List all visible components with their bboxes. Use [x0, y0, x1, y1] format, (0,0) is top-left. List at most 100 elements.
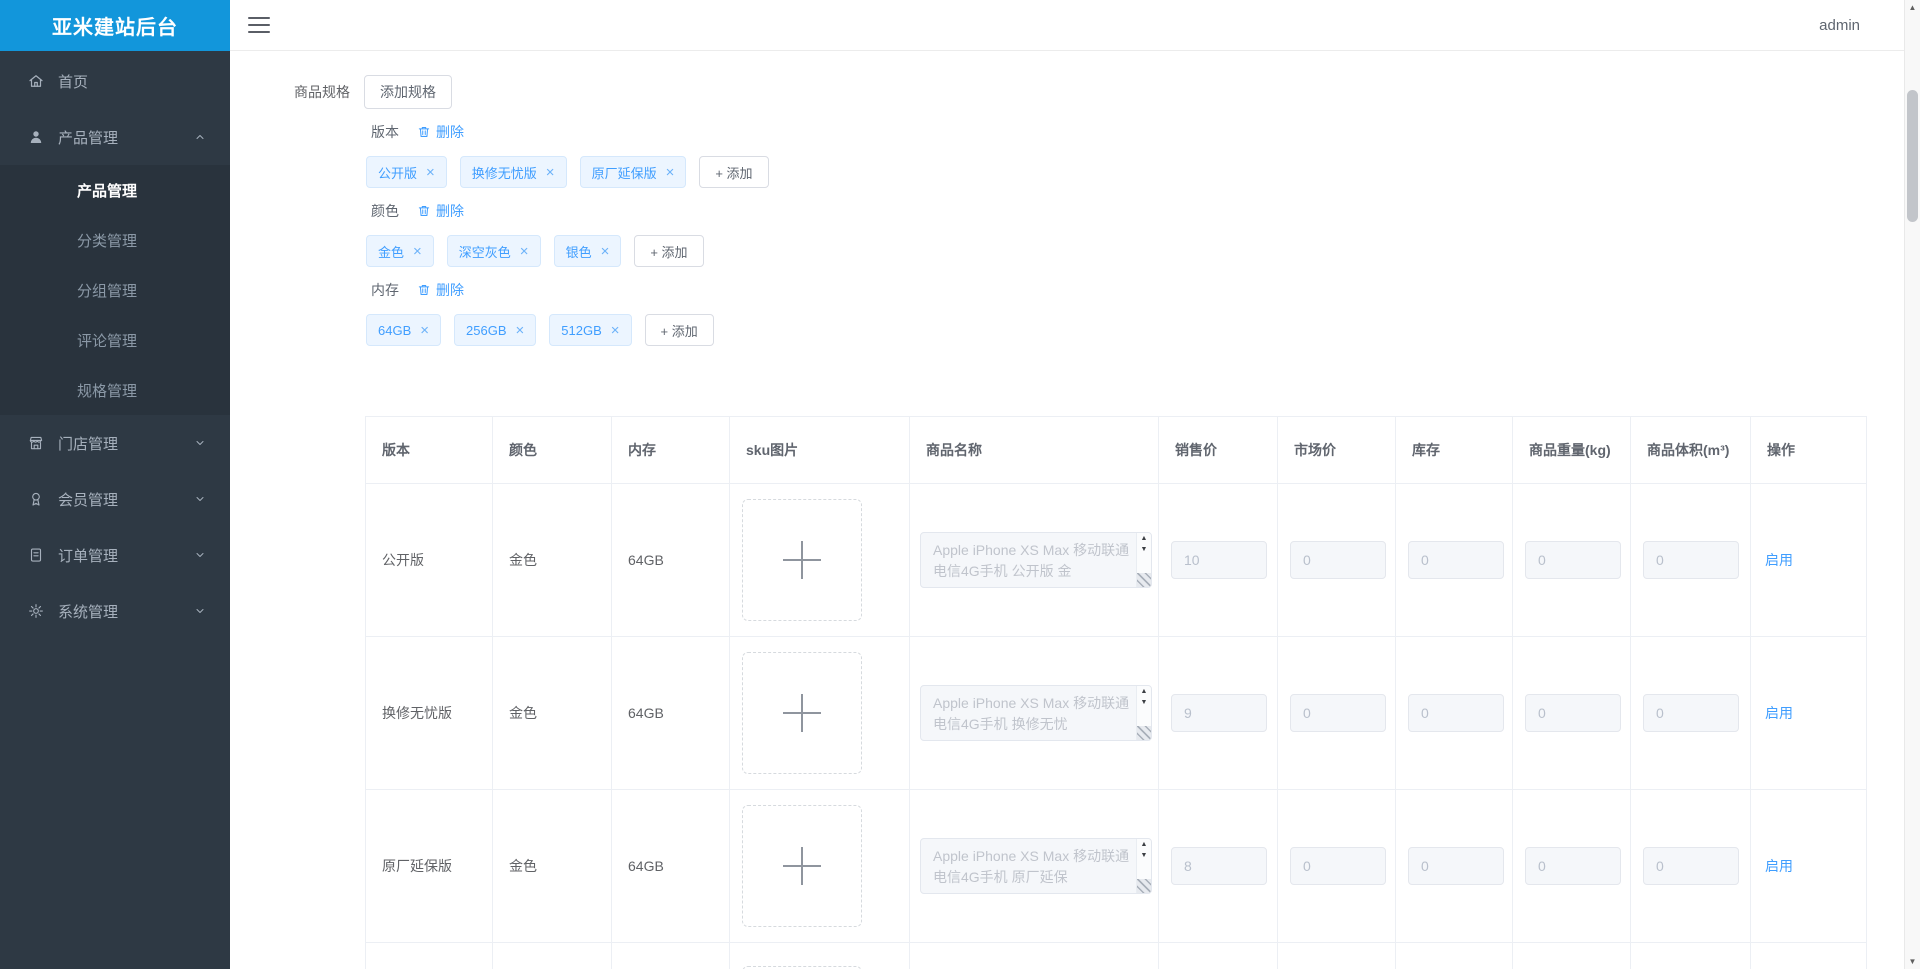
brand-logo: 亚米建站后台: [0, 0, 230, 51]
page-scrollbar[interactable]: ▲ ▼: [1904, 0, 1920, 969]
product-name-input[interactable]: Apple iPhone XS Max 移动联通电信4G手机 公开版 金 ▲ ▼: [920, 532, 1152, 588]
hamburger-icon[interactable]: [248, 17, 270, 33]
stock-input[interactable]: [1408, 541, 1504, 579]
market-price-cell: [1277, 789, 1396, 943]
sku-upload-box[interactable]: [742, 499, 862, 621]
scrollbar-thumb[interactable]: [1907, 90, 1918, 222]
tag-close-icon[interactable]: ×: [420, 323, 429, 338]
product-name-placeholder: Apple iPhone XS Max 移动联通电信4G手机 换修无忧: [933, 695, 1130, 732]
scroll-down-icon[interactable]: ▼: [1137, 850, 1151, 861]
sku-upload-box[interactable]: [742, 965, 862, 969]
sku-upload-box[interactable]: [742, 805, 862, 927]
textarea-scrollbar[interactable]: ▲ ▼: [1136, 686, 1151, 740]
weight-cell: [1512, 789, 1631, 943]
user-menu[interactable]: admin: [1819, 17, 1860, 34]
add-tag-button[interactable]: + 添加: [644, 314, 714, 346]
sidebar-item-home[interactable]: 首页: [0, 53, 230, 109]
sidebar-item-category-management[interactable]: 分类管理: [0, 215, 230, 265]
chevron-down-icon: [194, 437, 206, 449]
sidebar-item-member-management[interactable]: 会员管理: [0, 471, 230, 527]
resize-grip-icon[interactable]: [1137, 879, 1151, 893]
market-price-input[interactable]: [1290, 847, 1386, 885]
scroll-up-icon[interactable]: ▲: [1137, 533, 1151, 544]
weight-input[interactable]: [1525, 541, 1621, 579]
sku-image-cell: [729, 636, 910, 790]
scroll-down-icon[interactable]: ▼: [1137, 697, 1151, 708]
weight-input[interactable]: [1525, 694, 1621, 732]
table-header-cell: 市场价: [1277, 416, 1396, 484]
sidebar-item-system-management[interactable]: 系统管理: [0, 583, 230, 639]
table-header-cell: 商品重量(kg): [1512, 416, 1631, 484]
sidebar-item-label: 产品管理: [58, 129, 119, 147]
enable-link[interactable]: 启用: [1765, 858, 1793, 874]
sidebar-menu: 首页 产品管理 产品管理 分类管理 分组管理 评论管理 规格管理 门店管理 会员管理 订单管理 系统…: [0, 51, 230, 639]
delete-spec-button[interactable]: 删除: [417, 280, 464, 300]
market-price-cell: [1277, 636, 1396, 790]
tag-close-icon[interactable]: ×: [546, 165, 555, 180]
plus-icon: [783, 541, 821, 579]
sidebar-item-group-management[interactable]: 分组管理: [0, 265, 230, 315]
resize-grip-icon[interactable]: [1137, 726, 1151, 740]
sidebar-item-order-management[interactable]: 订单管理: [0, 527, 230, 583]
price-input[interactable]: [1171, 541, 1267, 579]
scroll-up-icon[interactable]: ▲: [1137, 686, 1151, 697]
volume-input[interactable]: [1643, 541, 1739, 579]
tag-close-icon[interactable]: ×: [666, 165, 675, 180]
tag-close-icon[interactable]: ×: [426, 165, 435, 180]
sidebar-item-product-list[interactable]: 产品管理: [0, 165, 230, 215]
scroll-up-icon[interactable]: ▲: [1137, 839, 1151, 850]
color-cell: 金色: [492, 636, 612, 790]
weight-input[interactable]: [1525, 847, 1621, 885]
spec-tag-label: 深空灰色: [458, 244, 511, 260]
scrollbar-up-icon[interactable]: ▲: [1905, 3, 1920, 12]
tag-close-icon[interactable]: ×: [413, 244, 422, 259]
sidebar-item-spec-management[interactable]: 规格管理: [0, 365, 230, 415]
action-cell: 启用: [1750, 483, 1867, 637]
color-value: 金色: [509, 858, 537, 874]
price-input[interactable]: [1171, 694, 1267, 732]
market-price-input[interactable]: [1290, 541, 1386, 579]
gear-icon: [27, 602, 45, 620]
textarea-scrollbar[interactable]: ▲ ▼: [1136, 839, 1151, 893]
version-value: 原厂延保版: [382, 858, 452, 874]
enable-link[interactable]: 启用: [1765, 705, 1793, 721]
page: 亚米建站后台 首页 产品管理 产品管理 分类管理 分组管理 评论管理 规格管理 门店管理 会员管…: [0, 0, 1920, 969]
add-tag-button[interactable]: + 添加: [699, 156, 769, 188]
tag-close-icon[interactable]: ×: [611, 323, 620, 338]
add-tag-button[interactable]: + 添加: [634, 235, 704, 267]
home-icon: [27, 72, 45, 90]
price-input[interactable]: [1171, 847, 1267, 885]
resize-grip-icon[interactable]: [1137, 573, 1151, 587]
delete-spec-button[interactable]: 删除: [417, 201, 464, 221]
sidebar-item-product-management[interactable]: 产品管理: [0, 109, 230, 165]
market-price-input[interactable]: [1290, 694, 1386, 732]
sidebar-item-comment-management[interactable]: 评论管理: [0, 315, 230, 365]
volume-input[interactable]: [1643, 847, 1739, 885]
volume-input[interactable]: [1643, 694, 1739, 732]
add-spec-button[interactable]: 添加规格: [364, 75, 452, 109]
scroll-down-icon[interactable]: ▼: [1137, 544, 1151, 555]
product-name-cell: Apple iPhone XS Max 移动联通电信4G手机 公开版 金 ▲ ▼: [909, 483, 1159, 637]
stock-input[interactable]: [1408, 847, 1504, 885]
spec-group-name: 颜色: [371, 203, 399, 219]
chevron-up-icon: [194, 131, 206, 143]
spec-group-header: 颜色 删除: [371, 201, 769, 221]
product-name-input[interactable]: Apple iPhone XS Max 移动联通电信4G手机 换修无忧 ▲ ▼: [920, 685, 1152, 741]
sku-upload-box[interactable]: [742, 652, 862, 774]
tag-close-icon[interactable]: ×: [601, 244, 610, 259]
price-cell: [1158, 789, 1278, 943]
product-name-input[interactable]: Apple iPhone XS Max 移动联通电信4G手机 原厂延保 ▲ ▼: [920, 838, 1152, 894]
tag-close-icon[interactable]: ×: [516, 323, 525, 338]
chevron-down-icon: [194, 605, 206, 617]
textarea-scrollbar[interactable]: ▲ ▼: [1136, 533, 1151, 587]
stock-input[interactable]: [1408, 694, 1504, 732]
color-value: 金色: [509, 705, 537, 721]
member-icon: [27, 490, 45, 508]
tag-close-icon[interactable]: ×: [520, 244, 529, 259]
memory-value: 64GB: [628, 858, 664, 874]
version-cell: 公开版: [365, 483, 493, 637]
delete-spec-button[interactable]: 删除: [417, 122, 464, 142]
sidebar-item-store-management[interactable]: 门店管理: [0, 415, 230, 471]
scrollbar-down-icon[interactable]: ▼: [1905, 957, 1920, 966]
enable-link[interactable]: 启用: [1765, 552, 1793, 568]
